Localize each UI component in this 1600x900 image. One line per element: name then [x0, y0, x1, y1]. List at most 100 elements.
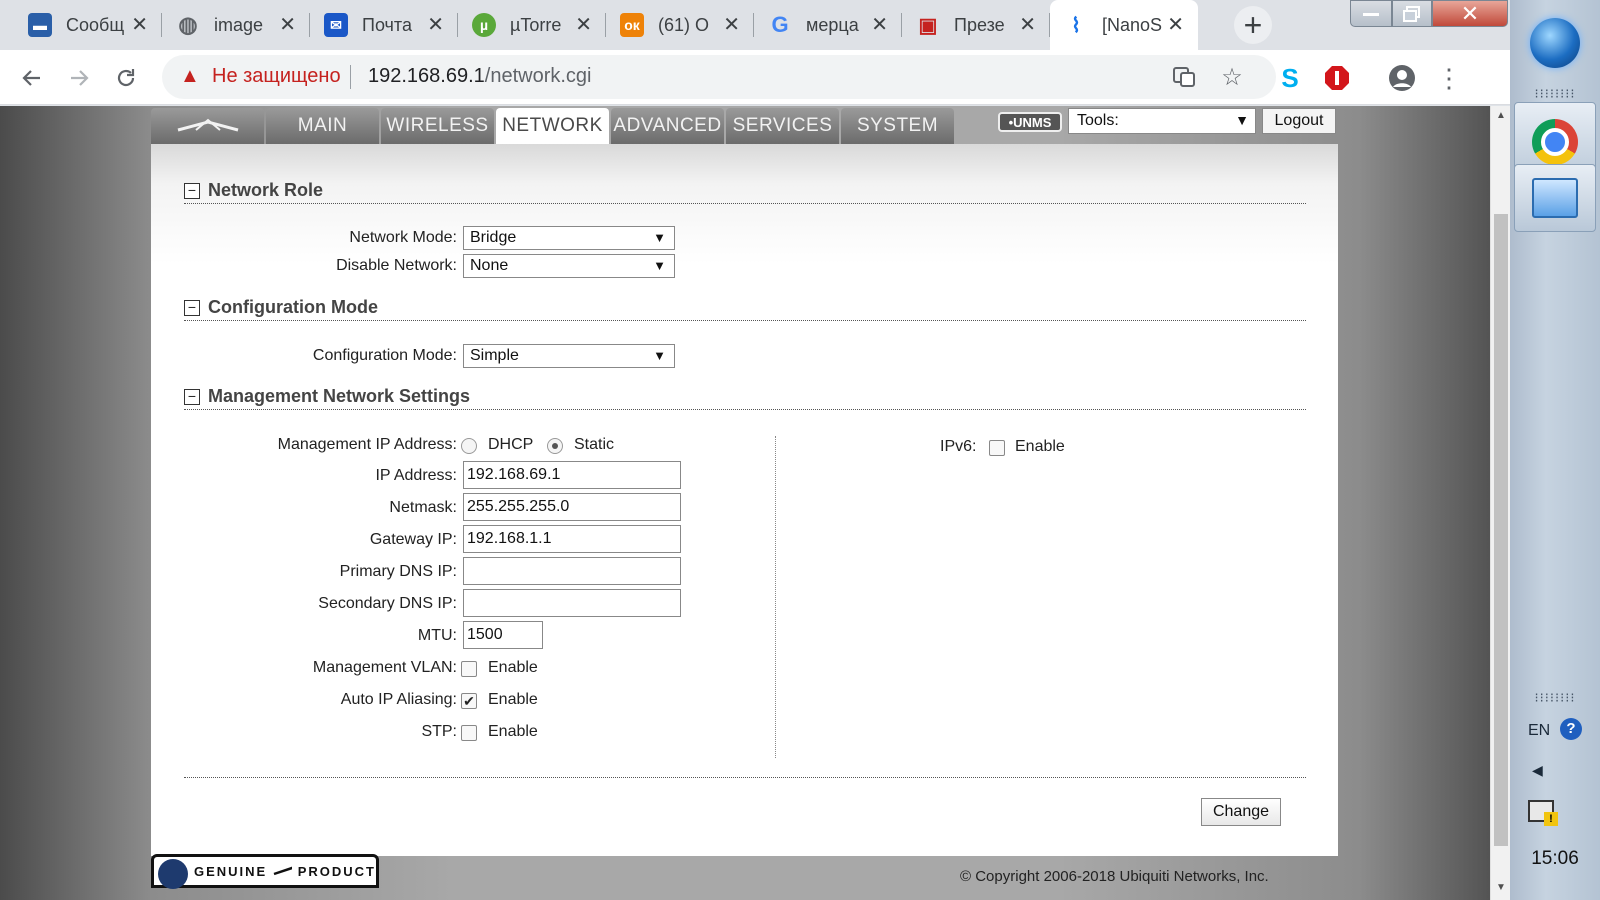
scrollbar-thumb[interactable]	[1494, 214, 1508, 846]
taskbar-grip[interactable]: ⁝⁝⁝⁝⁝⁝⁝⁝	[1518, 690, 1592, 706]
static-radio[interactable]	[547, 438, 563, 454]
mail-icon: ✉	[324, 13, 348, 37]
scroll-up-icon[interactable]: ▲	[1491, 110, 1510, 121]
close-tab-icon[interactable]: ✕	[427, 13, 444, 37]
close-window-button[interactable]: ✕	[1432, 0, 1508, 27]
tab-main[interactable]: MAIN	[266, 108, 379, 144]
tab-image[interactable]: ◍ image ✕	[162, 0, 310, 50]
tab-title: [NanoS	[1102, 14, 1163, 35]
tab-services[interactable]: SERVICES	[726, 108, 839, 144]
ubiquiti-logo-icon[interactable]	[151, 108, 264, 144]
tab-nanostation[interactable]: ⌇ [NanoS ✕	[1050, 0, 1198, 50]
adblock-shape	[1325, 66, 1349, 90]
url-text[interactable]: 192.168.69.1/network.cgi	[368, 65, 592, 88]
genuine-product-badge[interactable]: GENUINE PRODUCT	[151, 854, 379, 889]
tab-wireless[interactable]: WIRELESS	[381, 108, 494, 144]
tab-system[interactable]: SYSTEM	[841, 108, 954, 144]
warning-icon[interactable]: ▲	[180, 65, 200, 88]
minimize-button[interactable]	[1350, 0, 1392, 27]
profile-avatar-icon[interactable]	[1386, 62, 1418, 94]
tab-presentation[interactable]: ▣ Презе ✕	[902, 0, 1050, 50]
globe-icon: ◍	[178, 12, 198, 37]
reload-icon[interactable]	[110, 62, 142, 94]
adblock-icon[interactable]	[1321, 62, 1353, 94]
forward-icon[interactable]	[63, 62, 95, 94]
bookmark-star-icon[interactable]: ☆	[1216, 61, 1248, 93]
remote-desktop-icon	[1532, 178, 1578, 218]
primary-dns-input[interactable]	[463, 557, 681, 585]
close-tab-icon[interactable]: ✕	[279, 13, 296, 37]
netmask-input[interactable]: 255.255.255.0	[463, 493, 681, 521]
back-arrow-shape	[22, 70, 40, 86]
logout-button[interactable]: Logout	[1262, 108, 1336, 134]
disable-network-row: Disable Network:	[151, 257, 457, 279]
stp-checkbox[interactable]	[461, 725, 477, 741]
close-tab-icon[interactable]: ✕	[723, 13, 740, 37]
show-hidden-icons-icon[interactable]: ◀	[1532, 762, 1543, 779]
auto-ip-aliasing-checkbox[interactable]: ✔	[461, 693, 477, 709]
collapse-icon[interactable]: −	[184, 183, 200, 199]
close-tab-icon[interactable]: ✕	[131, 13, 148, 37]
tab-ok[interactable]: ок (61) О ✕	[606, 0, 754, 50]
tools-select[interactable]: Tools: ▼	[1068, 108, 1256, 134]
close-tab-icon[interactable]: ✕	[871, 13, 888, 37]
tab-mail[interactable]: ✉ Почта ✕	[310, 0, 458, 50]
menu-kebab-icon[interactable]: ⋮	[1433, 62, 1465, 94]
scroll-down-icon[interactable]: ▼	[1491, 882, 1510, 893]
tools-label: Tools:	[1077, 112, 1119, 129]
primary-dns-label: Primary DNS IP:	[339, 563, 457, 580]
mgmt-vlan-checkbox[interactable]	[461, 661, 477, 677]
windows-start-icon[interactable]	[1530, 18, 1580, 68]
ipv6-label: IPv6:	[940, 438, 977, 455]
profile-shape	[1389, 65, 1415, 91]
unms-button[interactable]: • UNMS	[998, 112, 1062, 132]
taskbar-grip[interactable]: ⁝⁝⁝⁝⁝⁝⁝⁝	[1518, 86, 1592, 102]
page-scrollbar[interactable]: ▲ ▼	[1490, 106, 1510, 900]
tab-google-search[interactable]: G мерца ✕	[754, 0, 902, 50]
back-icon[interactable]	[16, 62, 48, 94]
translate-icon[interactable]	[1168, 61, 1200, 93]
close-tab-icon[interactable]: ✕	[575, 13, 592, 37]
action-center-flag-icon[interactable]	[1528, 800, 1558, 826]
auto-ip-aliasing-row: Auto IP Aliasing:	[151, 691, 457, 713]
column-divider	[775, 436, 776, 758]
mgmt-ip-label: Management IP Address:	[277, 436, 457, 453]
gateway-input[interactable]: 192.168.1.1	[463, 525, 681, 553]
tab-title: Презе	[954, 14, 1005, 35]
collapse-icon[interactable]: −	[184, 300, 200, 316]
browser-tab-strip: ▬ Сообщ ✕ ◍ image ✕ ✉ Почта ✕ µ µTorre ✕…	[0, 0, 1510, 50]
dhcp-radio[interactable]	[461, 438, 477, 454]
dropdown-arrow-icon: ▼	[653, 230, 666, 245]
close-tab-icon[interactable]: ✕	[1019, 13, 1036, 37]
auto-ip-aliasing-label: Auto IP Aliasing:	[340, 691, 457, 708]
change-button[interactable]: Change	[1201, 798, 1281, 826]
disable-network-select[interactable]: None ▼	[463, 254, 675, 278]
tab-utorrent[interactable]: µ µTorre ✕	[458, 0, 606, 50]
address-bar[interactable]: ▲ Не защищено 192.168.69.1/network.cgi ☆	[162, 55, 1276, 99]
security-status[interactable]: Не защищено	[212, 65, 341, 88]
tab-advanced[interactable]: ADVANCED	[611, 108, 724, 144]
taskbar-remote-desktop-button[interactable]	[1514, 164, 1596, 232]
tab-title: Почта	[362, 14, 412, 35]
skype-icon[interactable]: S	[1274, 62, 1306, 94]
configuration-mode-select[interactable]: Simple ▼	[463, 344, 675, 368]
configuration-mode-label: Configuration Mode:	[312, 347, 457, 364]
ip-address-input[interactable]: 192.168.69.1	[463, 461, 681, 489]
gateway-label: Gateway IP:	[369, 531, 457, 548]
restore-icon	[1403, 5, 1420, 22]
network-mode-select[interactable]: Bridge ▼	[463, 226, 675, 250]
maximize-button[interactable]	[1392, 0, 1432, 27]
language-indicator[interactable]: EN	[1528, 722, 1550, 740]
close-tab-icon[interactable]: ✕	[1167, 13, 1184, 37]
tab-messages[interactable]: ▬ Сообщ ✕	[14, 0, 162, 50]
taskbar-clock[interactable]: 15:06	[1510, 848, 1600, 870]
ipv6-checkbox[interactable]	[989, 440, 1005, 456]
disable-network-label: Disable Network:	[336, 257, 457, 274]
secondary-dns-input[interactable]	[463, 589, 681, 617]
help-icon[interactable]: ?	[1560, 718, 1582, 740]
tab-network[interactable]: NETWORK	[496, 108, 609, 144]
new-tab-button[interactable]: +	[1234, 6, 1272, 44]
mtu-input[interactable]: 1500	[463, 621, 543, 649]
static-label: Static	[574, 436, 615, 453]
collapse-icon[interactable]: −	[184, 389, 200, 405]
